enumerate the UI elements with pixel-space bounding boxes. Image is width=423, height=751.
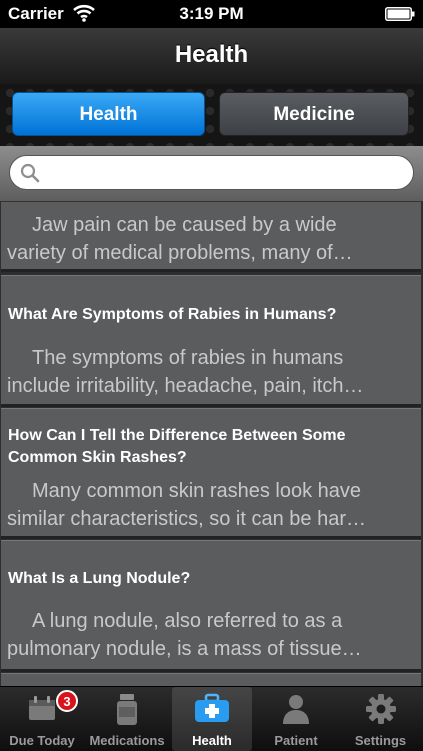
tab-due-today[interactable]: 3 Due Today [0, 687, 84, 751]
tab-patient[interactable]: Patient [254, 687, 338, 751]
article-description: Jaw pain can be caused by a wide variety… [7, 211, 413, 267]
segment-medicine[interactable]: Medicine [219, 92, 409, 136]
tab-health[interactable]: Health [172, 687, 252, 751]
tab-label: Settings [354, 733, 407, 748]
page-title: Health [174, 41, 249, 68]
battery-icon [385, 7, 415, 21]
gear-icon [365, 694, 396, 724]
pill-bottle-icon [117, 694, 137, 725]
article-description-line: The symptoms of rabies in humans [32, 347, 344, 369]
article-description: A lung nodule, also referred to as a pul… [7, 607, 413, 663]
article-description-line: pulmonary nodule, is a mass of tissue… [7, 638, 362, 660]
tab-label: Health [192, 733, 232, 748]
navigation-bar: Health [0, 28, 423, 85]
article-description: The symptoms of rabies in humans include… [7, 344, 413, 400]
due-count-badge: 3 [56, 690, 78, 712]
article-list[interactable]: Jaw pain can be caused by a wide variety… [0, 202, 423, 686]
list-item[interactable]: What Is a Lung Nodule? A lung nodule, al… [1, 540, 421, 672]
list-item[interactable] [1, 673, 421, 686]
article-description: Many common skin rashes look have simila… [7, 477, 413, 533]
tab-medications[interactable]: Medications [84, 687, 170, 751]
article-description-line: include irritability, headache, pain, it… [7, 375, 364, 397]
tab-bar: 3 Due Today Medications Health Patient S… [0, 686, 423, 751]
person-icon [283, 695, 309, 724]
status-bar: Carrier 3:19 PM [0, 0, 423, 28]
article-description-line: variety of medical problems, many of… [7, 242, 353, 264]
segment-health[interactable]: Health [12, 92, 205, 136]
article-description-line: Many common skin rashes look have [32, 480, 362, 502]
tab-label: Due Today [9, 733, 75, 748]
list-item[interactable]: How Can I Tell the Difference Between So… [1, 408, 421, 539]
article-description-line: A lung nodule, also referred to as a [32, 610, 343, 632]
segmented-control: Health Medicine [0, 84, 423, 146]
tab-label: Medications [89, 733, 165, 748]
search-icon [20, 163, 40, 183]
article-title: What Are Symptoms of Rabies in Humans? [8, 306, 337, 323]
calendar-icon [29, 696, 55, 720]
clock: 3:19 PM [179, 4, 244, 23]
tab-settings[interactable]: Settings [338, 687, 423, 751]
article-title: What Is a Lung Nodule? [8, 570, 191, 587]
first-aid-kit-icon [195, 693, 229, 722]
tab-label: Patient [274, 733, 318, 748]
list-item[interactable]: Jaw pain can be caused by a wide variety… [1, 202, 421, 272]
search-input[interactable] [48, 159, 407, 188]
article-description-line: Jaw pain can be caused by a wide [32, 214, 337, 236]
search-bar [0, 146, 423, 202]
list-item[interactable]: What Are Symptoms of Rabies in Humans? T… [1, 275, 421, 407]
search-field[interactable] [9, 155, 414, 190]
article-title: How Can I Tell the Difference Between So… [8, 427, 346, 466]
article-description-line: similar characteristics, so it can be ha… [7, 508, 367, 530]
